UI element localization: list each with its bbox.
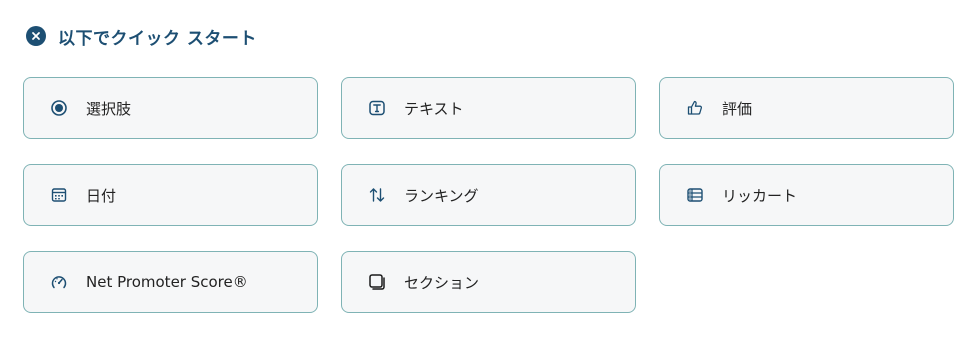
text-box-icon [368, 99, 386, 117]
question-type-grid: 選択肢 テキスト 評価 日付 ランキング リッカート Net Promoter … [23, 77, 954, 313]
section-icon [368, 273, 386, 291]
card-label: 選択肢 [86, 99, 132, 118]
card-label: Net Promoter Score® [86, 273, 248, 291]
thumbs-up-icon [686, 99, 704, 117]
card-rating[interactable]: 評価 [659, 77, 954, 139]
card-label: テキスト [404, 99, 464, 118]
card-ranking[interactable]: ランキング [341, 164, 636, 226]
card-likert[interactable]: リッカート [659, 164, 954, 226]
calendar-icon [50, 186, 68, 204]
gauge-icon [50, 273, 68, 291]
card-net-promoter-score[interactable]: Net Promoter Score® [23, 251, 318, 313]
card-label: リッカート [722, 186, 798, 205]
card-multiple-choice[interactable]: 選択肢 [23, 77, 318, 139]
card-label: 評価 [722, 99, 753, 118]
card-date[interactable]: 日付 [23, 164, 318, 226]
quick-start-header: 以下でクイック スタート [26, 24, 257, 49]
close-icon[interactable] [26, 26, 46, 46]
sort-arrows-icon [368, 186, 386, 204]
radio-button-icon [50, 99, 68, 117]
likert-matrix-icon [686, 186, 704, 204]
card-label: 日付 [86, 186, 117, 205]
card-label: ランキング [404, 186, 479, 205]
card-section[interactable]: セクション [341, 251, 636, 313]
card-text[interactable]: テキスト [341, 77, 636, 139]
card-label: セクション [404, 273, 480, 292]
quick-start-title: 以下でクイック スタート [58, 28, 257, 49]
